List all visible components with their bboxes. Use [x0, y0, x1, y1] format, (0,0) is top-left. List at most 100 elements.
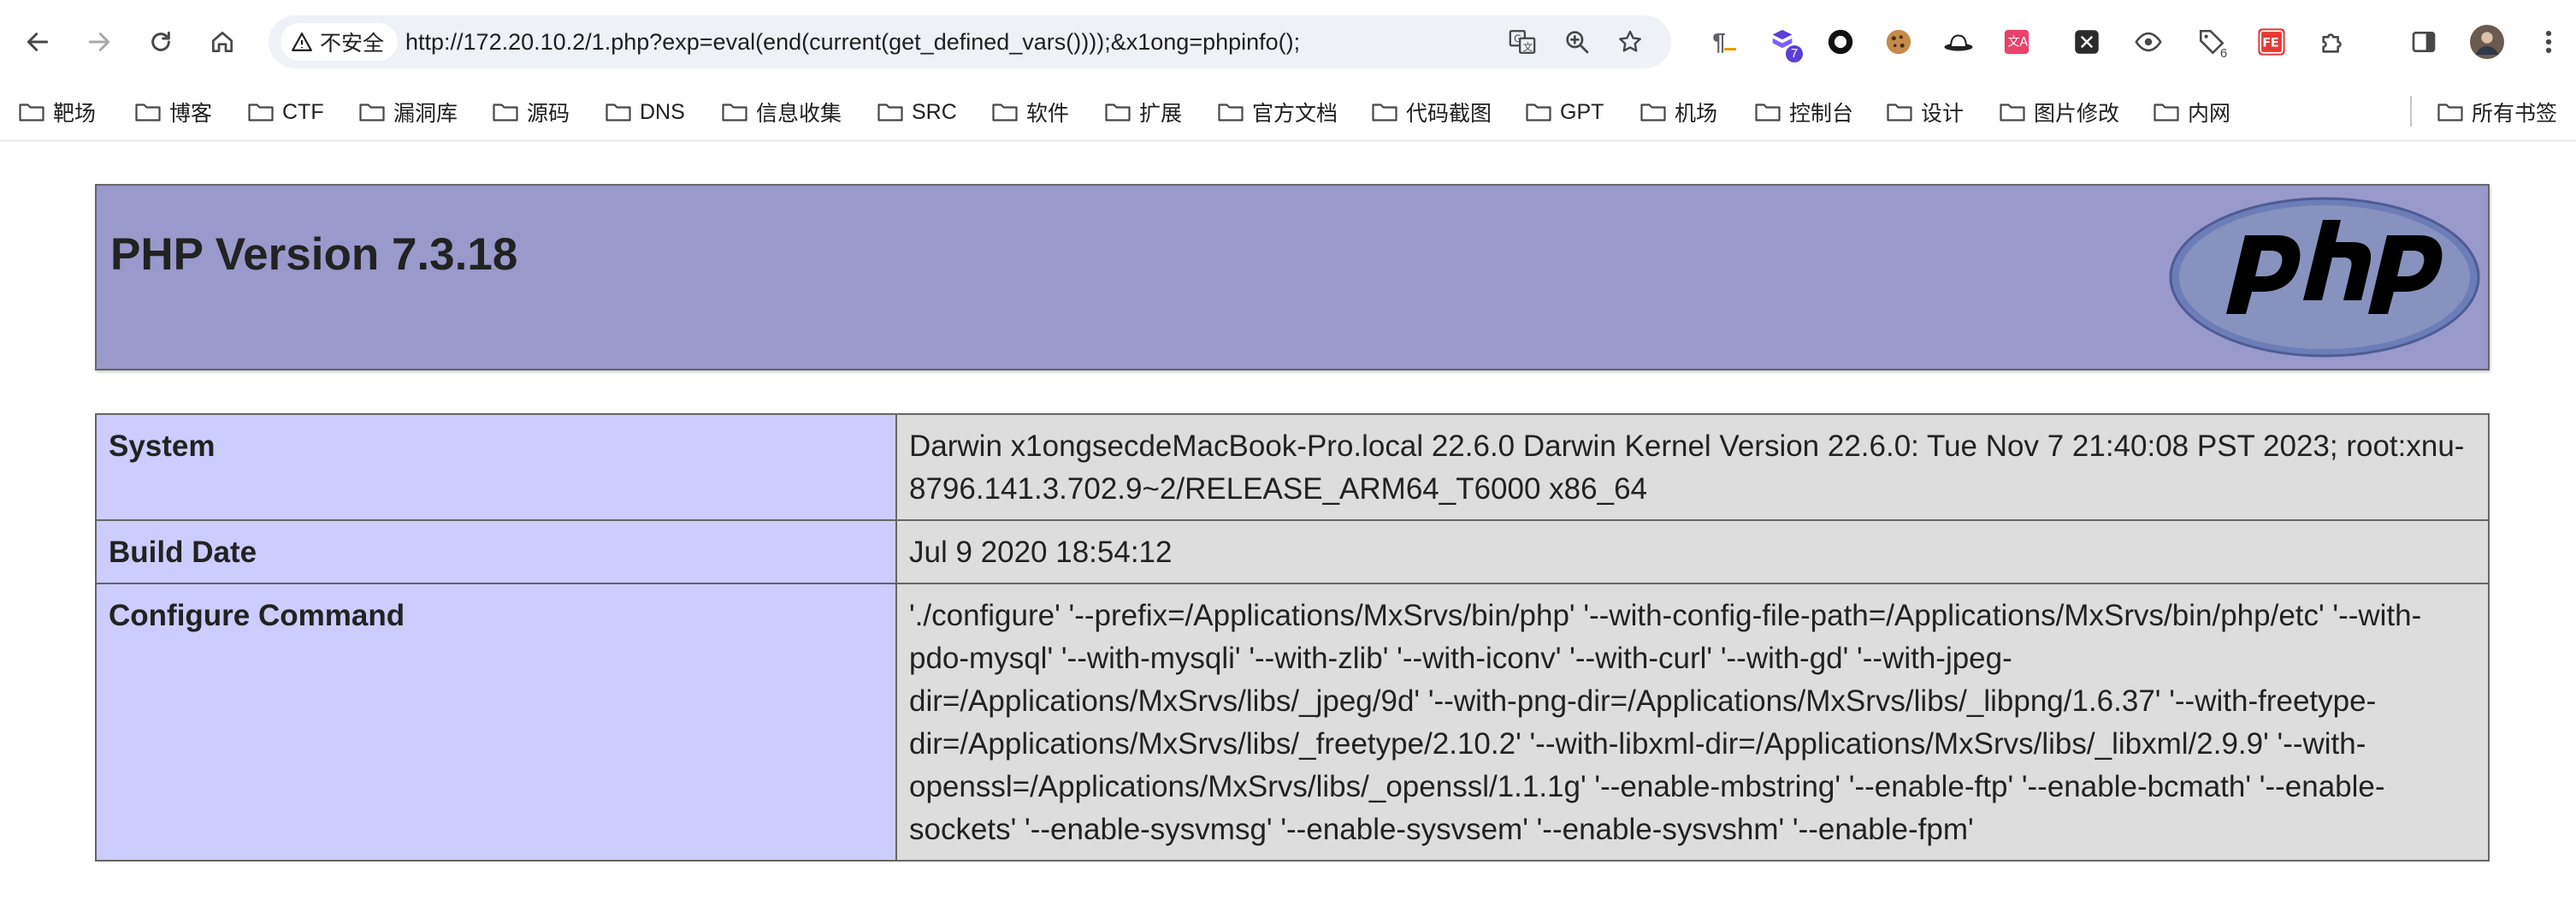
page-title: PHP Version 7.3.18 [110, 229, 518, 280]
folder-icon [493, 104, 518, 121]
bookmark-label: 设计 [1921, 102, 1964, 126]
forward-button[interactable] [79, 21, 120, 62]
folder-icon [1887, 104, 1912, 121]
row-value: Darwin x1ongsecdeMacBook-Pro.local 22.6.… [895, 413, 2490, 521]
bookmark-label: 图片修改 [2034, 102, 2120, 126]
folder-icon [1218, 104, 1244, 121]
ext-badge: 6 [2219, 46, 2228, 61]
bookmark-folder[interactable]: 漏洞库 [359, 98, 458, 127]
bookmark-folder[interactable]: 控制台 [1755, 98, 1853, 127]
folder-icon [722, 104, 747, 121]
bookmark-folder[interactable]: SRC [877, 98, 957, 127]
bookmark-label: GPT [1560, 99, 1604, 124]
bookmark-folder[interactable]: 软件 [992, 98, 1069, 127]
folder-icon [2000, 104, 2025, 121]
bookmark-folder[interactable]: 代码截图 [1372, 98, 1492, 127]
folder-icon [992, 104, 1018, 121]
security-indicator[interactable]: 不安全 [281, 23, 399, 61]
bookmark-folder[interactable]: 设计 [1887, 98, 1964, 127]
svg-text:文: 文 [1523, 41, 1533, 53]
all-bookmarks-folder[interactable]: 所有书签 [2437, 98, 2557, 127]
bookmark-folder[interactable]: 机场 [1640, 98, 1717, 127]
bookmark-label: 所有书签 [2472, 102, 2558, 126]
bookmark-label: 漏洞库 [393, 102, 458, 126]
table-row: System Darwin x1ongsecdeMacBook-Pro.loca… [95, 413, 2490, 521]
bookmark-label: 靶场 [53, 102, 97, 126]
bookmark-star-button[interactable] [1615, 27, 1645, 57]
zoom-button[interactable] [1562, 27, 1592, 57]
svg-text:FE: FE [2262, 37, 2278, 50]
folder-icon [19, 104, 44, 121]
row-key: Build Date [95, 519, 897, 584]
forward-arrow-icon [88, 33, 110, 51]
bookmark-folder[interactable]: 图片修改 [2000, 98, 2119, 127]
profile-avatar[interactable] [2470, 25, 2504, 59]
bookmark-label: 博客 [169, 102, 213, 126]
home-icon [212, 32, 233, 52]
bookmark-label: DNS [640, 99, 685, 124]
bookmark-folder[interactable]: 靶场 [19, 98, 96, 127]
bookmark-folder[interactable]: DNS [606, 98, 685, 127]
bookmark-label: 软件 [1026, 102, 1070, 126]
purple-shield-icon[interactable]: 7 [1765, 25, 1803, 62]
bookmarks-bar: 靶场 博客 CTF 漏洞库 源码 DNS 信息收集 SRC 软件 扩展 官方文档… [0, 84, 2576, 141]
phpinfo-header: PHP Version 7.3.18 [95, 184, 2490, 370]
bookmark-folder[interactable]: 博客 [135, 98, 212, 127]
pilcrow-icon[interactable]: ¶ [1702, 25, 1736, 59]
folder-icon [2154, 104, 2179, 121]
folder-icon [248, 104, 274, 121]
record-circle-icon[interactable] [1823, 25, 1858, 59]
translate-ext-icon[interactable]: 文A [2000, 25, 2034, 59]
address-bar[interactable]: 不安全 http://172.20.10.2/1.php?exp=eval(en… [269, 15, 1671, 68]
eye-icon[interactable] [2131, 25, 2165, 59]
browser-toolbar: 不安全 http://172.20.10.2/1.php?exp=eval(en… [0, 0, 2576, 84]
ext-badge: 7 [1786, 45, 1803, 62]
home-button[interactable] [202, 21, 243, 62]
bookmark-folder[interactable]: 扩展 [1105, 98, 1182, 127]
puzzle-icon[interactable] [2316, 25, 2350, 59]
table-row: Configure Command './configure' '--prefi… [95, 583, 2490, 862]
row-key: Configure Command [95, 583, 897, 862]
bookmark-folder[interactable]: 内网 [2154, 98, 2230, 127]
translate-button[interactable]: G文 [1507, 27, 1538, 57]
tag-icon[interactable]: 6 [2195, 25, 2229, 61]
bookmark-folder[interactable]: GPT [1526, 98, 1604, 127]
bookmark-label: 内网 [2188, 102, 2231, 126]
fe-icon[interactable]: FE [2254, 25, 2289, 59]
folder-icon [877, 104, 903, 121]
row-value: Jul 9 2020 18:54:12 [895, 519, 2490, 584]
bookmark-label: SRC [912, 99, 957, 124]
row-value: './configure' '--prefix=/Applications/Mx… [895, 583, 2490, 862]
reload-button[interactable] [140, 21, 181, 62]
back-button[interactable] [17, 21, 58, 62]
bookmark-label: 控制台 [1789, 102, 1854, 126]
page-content: PHP Version 7.3.18 System Darwin x1ongse… [0, 141, 2576, 912]
row-key: System [95, 413, 897, 521]
bookmark-folder[interactable]: 源码 [493, 98, 570, 127]
bookmark-folder[interactable]: 信息收集 [722, 98, 842, 127]
url-text[interactable]: http://172.20.10.2/1.php?exp=eval(end(cu… [405, 29, 1300, 56]
bookmark-label: 扩展 [1139, 102, 1183, 126]
bookmark-label: 信息收集 [756, 102, 842, 126]
bookmarks-divider [2410, 96, 2412, 127]
warning-triangle-icon [292, 33, 312, 51]
folder-icon [1526, 104, 1551, 121]
bookmark-label: 源码 [527, 102, 570, 126]
bookmark-label: 官方文档 [1252, 102, 1338, 126]
bookmark-folder[interactable]: 官方文档 [1218, 98, 1338, 127]
folder-icon [606, 104, 631, 121]
x-ext-icon[interactable] [2070, 25, 2104, 59]
cookie-icon[interactable] [1882, 25, 1916, 59]
table-row: Build Date Jul 9 2020 18:54:12 [95, 519, 2490, 584]
folder-icon [1755, 104, 1781, 121]
side-panel-icon[interactable] [2407, 25, 2441, 59]
svg-text:文A: 文A [2007, 35, 2028, 49]
menu-kebab-icon[interactable] [2532, 25, 2566, 59]
reload-icon [151, 31, 170, 51]
hat-icon[interactable] [1941, 25, 1976, 59]
bookmark-folder[interactable]: CTF [248, 98, 324, 127]
star-icon [1619, 30, 1641, 52]
php-logo-icon [2169, 197, 2480, 358]
folder-icon [2437, 104, 2463, 121]
bookmark-label: 机场 [1675, 102, 1718, 126]
